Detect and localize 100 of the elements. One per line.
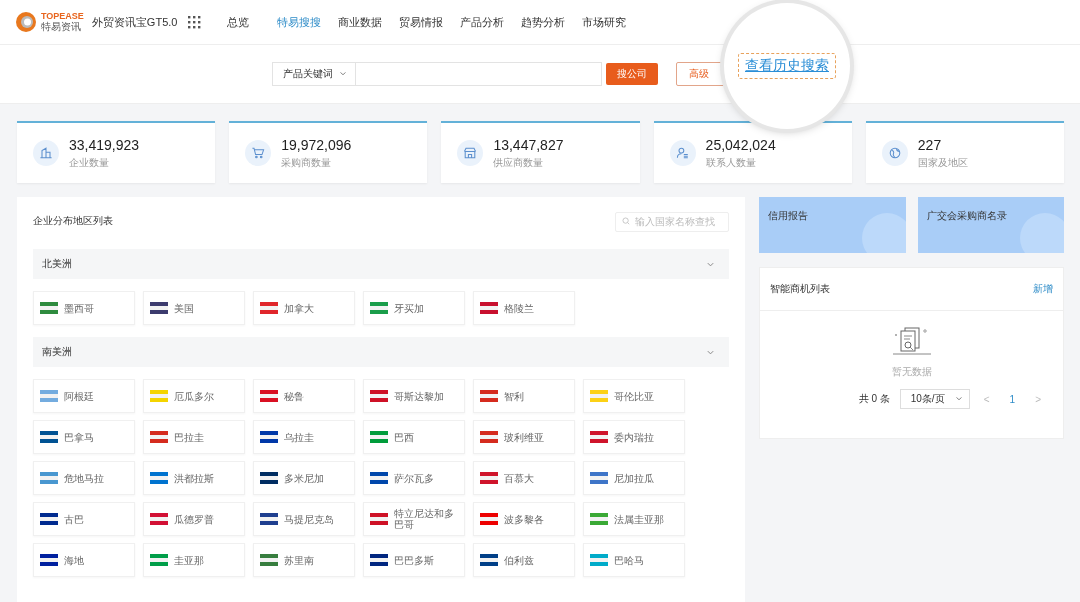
- country-item[interactable]: 苏里南: [253, 543, 355, 577]
- cart-icon: [245, 140, 272, 166]
- flag-icon: [150, 431, 168, 443]
- country-item[interactable]: 巴拉圭: [143, 420, 245, 454]
- country-item[interactable]: 巴巴多斯: [363, 543, 465, 577]
- country-item[interactable]: 洪都拉斯: [143, 461, 245, 495]
- shop-icon: [457, 140, 484, 166]
- caret-icon: [339, 70, 347, 78]
- search-type-select[interactable]: 产品关键词: [272, 62, 356, 86]
- country-item[interactable]: 圭亚那: [143, 543, 245, 577]
- country-item[interactable]: 危地马拉: [33, 461, 135, 495]
- country-item[interactable]: 巴西: [363, 420, 465, 454]
- country-item[interactable]: 尼加拉瓜: [583, 461, 685, 495]
- stat-label: 企业数量: [69, 155, 110, 170]
- logo-icon: [14, 10, 38, 34]
- country-item[interactable]: 哥斯达黎加: [363, 379, 465, 413]
- flag-icon: [370, 513, 388, 525]
- flag-icon: [480, 554, 498, 566]
- country-item[interactable]: 牙买加: [363, 291, 465, 325]
- country-item[interactable]: 玻利维亚: [473, 420, 575, 454]
- country-item[interactable]: 秘鲁: [253, 379, 355, 413]
- flag-icon: [370, 431, 388, 443]
- search-button[interactable]: 搜公司: [606, 63, 658, 85]
- country-item[interactable]: 厄瓜多尔: [143, 379, 245, 413]
- continent-name: 北美洲: [42, 257, 72, 271]
- flag-icon: [260, 554, 278, 566]
- flag-icon: [260, 390, 278, 402]
- flag-icon: [370, 554, 388, 566]
- country-item[interactable]: 法属圭亚那: [583, 502, 685, 536]
- empty-text: 暂无数据: [891, 365, 932, 379]
- flag-icon: [260, 302, 278, 314]
- flag-icon: [370, 390, 388, 402]
- country-item[interactable]: 哥伦比亚: [583, 379, 685, 413]
- stat-label: 采购商数量: [281, 155, 333, 170]
- country-item[interactable]: 海地: [33, 543, 135, 577]
- country-item[interactable]: 特立尼达和多巴哥: [363, 502, 465, 536]
- nav-tab[interactable]: 趋势分析: [512, 0, 574, 44]
- flag-icon: [150, 390, 168, 402]
- product-name: 外贸资讯宝GT5.0: [91, 14, 178, 30]
- nav-tab[interactable]: 总览: [207, 0, 269, 44]
- apps-grid-icon[interactable]: [187, 15, 202, 29]
- flag-icon: [40, 472, 58, 484]
- continent-header[interactable]: 南美洲: [33, 337, 729, 367]
- add-link[interactable]: 新增: [1033, 282, 1053, 296]
- flag-icon: [260, 431, 278, 443]
- panel-title: 企业分布地区列表: [33, 214, 113, 228]
- nav-tab[interactable]: 产品分析: [451, 0, 513, 44]
- country-item[interactable]: 瓜德罗普: [143, 502, 245, 536]
- country-item[interactable]: 波多黎各: [473, 502, 575, 536]
- country-item[interactable]: 加拿大: [253, 291, 355, 325]
- flag-icon: [150, 302, 168, 314]
- country-item[interactable]: 墨西哥: [33, 291, 135, 325]
- flag-icon: [480, 472, 498, 484]
- country-item[interactable]: 百慕大: [473, 461, 575, 495]
- country-item[interactable]: 萨尔瓦多: [363, 461, 465, 495]
- flag-icon: [590, 390, 608, 402]
- country-item[interactable]: 智利: [473, 379, 575, 413]
- country-item[interactable]: 古巴: [33, 502, 135, 536]
- flag-icon: [590, 554, 608, 566]
- country-item[interactable]: 格陵兰: [473, 291, 575, 325]
- stat-label: 供应商数量: [493, 155, 545, 170]
- stat-value: 25,042,024: [705, 136, 776, 153]
- flag-icon: [40, 302, 58, 314]
- country-item[interactable]: 美国: [143, 291, 245, 325]
- continent-header[interactable]: 北美洲: [33, 249, 729, 279]
- page-number[interactable]: 1: [1003, 393, 1022, 405]
- nav-tab[interactable]: 市场研究: [573, 0, 635, 44]
- flag-icon: [40, 390, 58, 402]
- promo-card[interactable]: 广交会采购商名录: [917, 197, 1064, 253]
- promo-card[interactable]: 信用报告: [759, 197, 906, 253]
- logo-text: TOPEASE: [41, 12, 84, 21]
- flag-icon: [40, 431, 58, 443]
- flag-icon: [590, 431, 608, 443]
- country-item[interactable]: 多米尼加: [253, 461, 355, 495]
- country-item[interactable]: 乌拉圭: [253, 420, 355, 454]
- page-size-select[interactable]: 10条/页: [899, 389, 970, 409]
- country-item[interactable]: 阿根廷: [33, 379, 135, 413]
- globe-icon: [881, 140, 908, 166]
- country-item[interactable]: 委内瑞拉: [583, 420, 685, 454]
- flag-icon: [260, 513, 278, 525]
- nav-tab[interactable]: 商业数据: [329, 0, 391, 44]
- caret-icon: [954, 395, 963, 403]
- search-field[interactable]: [356, 62, 602, 86]
- country-item[interactable]: 巴哈马: [583, 543, 685, 577]
- nav-tab[interactable]: 贸易情报: [390, 0, 452, 44]
- flag-icon: [480, 431, 498, 443]
- country-item[interactable]: 马提尼克岛: [253, 502, 355, 536]
- country-item[interactable]: 巴拿马: [33, 420, 135, 454]
- stat-label: 国家及地区: [917, 155, 968, 170]
- stat-value: 33,419,923: [69, 136, 140, 153]
- building-icon: [33, 140, 59, 166]
- total-count: 共 0 条: [858, 392, 890, 406]
- flag-icon: [480, 390, 498, 402]
- stat-value: 19,972,096: [281, 136, 352, 153]
- country-item[interactable]: 伯利兹: [473, 543, 575, 577]
- stat-value: 13,447,827: [493, 136, 564, 153]
- flag-icon: [150, 554, 168, 566]
- history-search-link[interactable]: 查看历史搜索: [738, 53, 836, 79]
- flag-icon: [480, 513, 498, 525]
- nav-tab[interactable]: 特易搜搜: [268, 0, 330, 44]
